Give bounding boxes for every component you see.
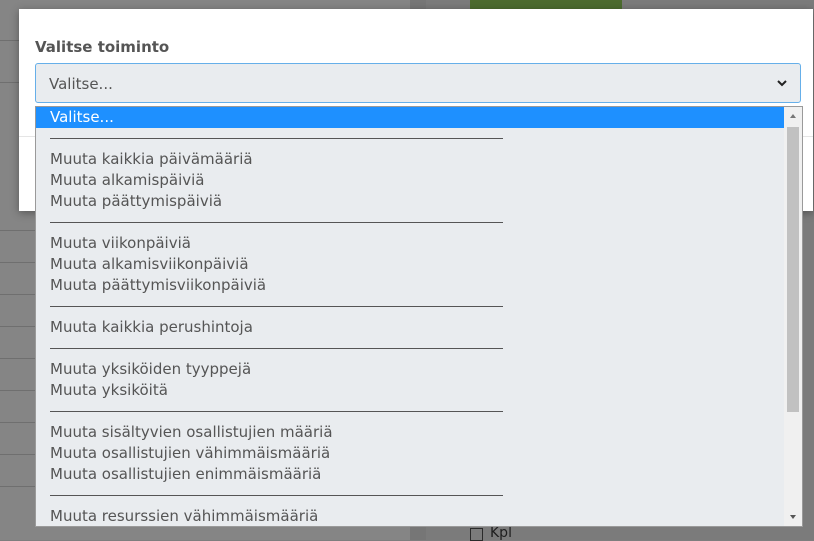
dropdown-separator — [36, 212, 785, 233]
modal-title: Valitse toiminto — [35, 38, 170, 56]
dropdown-option[interactable]: Muuta osallistujien enimmäismääriä — [36, 464, 785, 485]
select-current-value: Valitse... — [49, 75, 113, 93]
dropdown-separator — [36, 485, 785, 506]
dropdown-option[interactable]: Muuta alkamisviikonpäiviä — [36, 254, 785, 275]
background-checkbox — [470, 528, 483, 541]
dropdown-option[interactable]: Muuta osallistujien vähimmäismääriä — [36, 443, 785, 464]
dropdown-option[interactable]: Muuta alkamispäiviä — [36, 170, 785, 191]
dropdown-option[interactable]: Muuta päättymisviikonpäiviä — [36, 275, 785, 296]
action-select[interactable]: Valitse... — [35, 63, 801, 103]
dropdown-option[interactable]: Muuta kaikkia päivämääriä — [36, 149, 785, 170]
chevron-down-icon — [777, 80, 787, 87]
dropdown-scrollbar[interactable] — [784, 107, 802, 526]
action-dropdown-list[interactable]: Valitse... Muuta kaikkia päivämääriä Muuta… — [35, 106, 803, 527]
dropdown-option[interactable]: Muuta viikonpäiviä — [36, 233, 785, 254]
dropdown-option[interactable]: Muuta resurssien vähimmäismääriä — [36, 506, 785, 526]
dropdown-option[interactable]: Muuta yksiköiden tyyppejä — [36, 359, 785, 380]
dropdown-option[interactable]: Valitse... — [36, 107, 785, 128]
dropdown-separator — [36, 128, 785, 149]
dropdown-option[interactable]: Muuta päättymispäiviä — [36, 191, 785, 212]
scrollbar-thumb[interactable] — [787, 127, 799, 412]
background-kpl-label: Kpl — [490, 525, 512, 541]
dropdown-separator — [36, 338, 785, 359]
dropdown-options: Valitse... Muuta kaikkia päivämääriä Muuta… — [36, 107, 785, 526]
dropdown-option[interactable]: Muuta sisältyvien osallistujien määriä — [36, 422, 785, 443]
dropdown-option[interactable]: Muuta yksiköitä — [36, 380, 785, 401]
dropdown-separator — [36, 401, 785, 422]
scroll-up-arrow-icon[interactable] — [784, 107, 802, 125]
dropdown-option[interactable]: Muuta kaikkia perushintoja — [36, 317, 785, 338]
scroll-down-arrow-icon[interactable] — [784, 508, 802, 526]
dropdown-separator — [36, 296, 785, 317]
